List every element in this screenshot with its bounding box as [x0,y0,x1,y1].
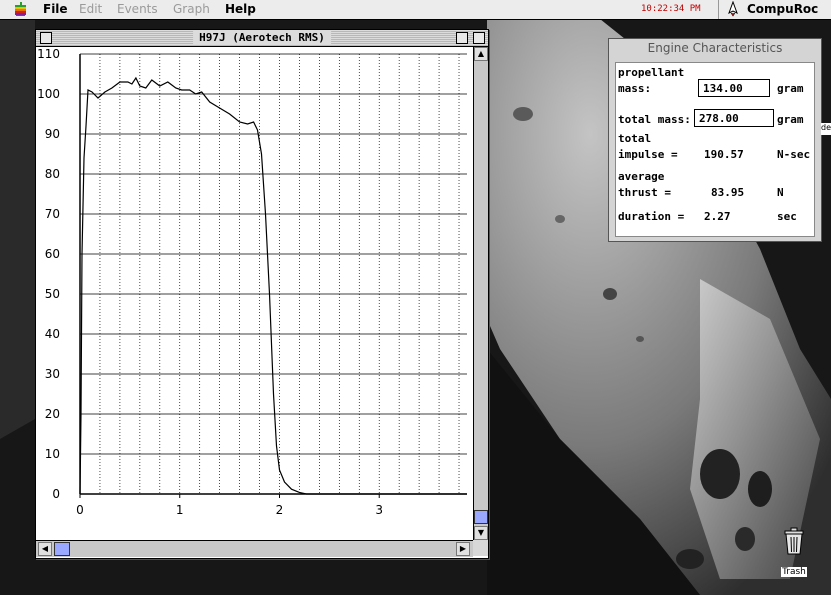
thrust-curve-chart: 0 10 20 30 40 50 60 70 80 90 100 110 0 1 2 3 [37,47,467,517]
y-tick-label: 50 [45,287,60,301]
vertical-scroll-thumb[interactable] [474,510,488,524]
menu-graph[interactable]: Graph [173,2,210,16]
scroll-up-arrow-icon[interactable]: ▲ [474,47,488,61]
application-menu-icon[interactable] [725,1,741,17]
panel-title[interactable]: Engine Characteristics [609,39,821,58]
y-tick-label: 10 [45,447,60,461]
duration-unit: sec [777,210,797,223]
propellant-mass-label-line2: mass: [618,82,652,95]
vertical-scrollbar[interactable]: ▲ ▼ [473,47,488,541]
menu-edit[interactable]: Edit [79,2,102,16]
scroll-down-arrow-icon[interactable]: ▼ [474,526,488,540]
menubar-clock[interactable]: 10:22:34 PM [641,4,701,14]
propellant-mass-unit: gram [777,82,804,95]
menubar-separator [718,0,719,19]
average-thrust-value: 83.95 [711,186,745,199]
average-thrust-label-line1: average [618,170,665,183]
thrust-curve-window: H97J (Aerotech RMS) 0 10 20 30 40 50 60 70 80 90 1… [35,29,489,559]
propellant-mass-label-line1: propellant [618,66,685,79]
scroll-right-arrow-icon[interactable]: ▶ [456,542,470,556]
menu-bar: File Edit Events Graph Help 10:22:34 PM … [0,0,831,20]
y-tick-label: 90 [45,127,60,141]
horizontal-scrollbar[interactable]: ◀ ▶ [36,540,473,557]
y-tick-label: 70 [45,207,60,221]
total-impulse-unit: N-sec [777,148,811,161]
duration-value: 2.27 [704,210,731,223]
total-mass-unit: gram [777,113,804,126]
trash-label: Trash [781,567,807,577]
collapse-box-icon[interactable] [473,32,485,44]
total-impulse-label-line2: impulse = [618,148,678,161]
y-tick-label: 20 [45,407,60,421]
engine-characteristics-panel: Engine Characteristics propellant mass: … [608,38,822,242]
window-title: H97J (Aerotech RMS) [193,31,331,45]
x-tick-label: 1 [176,503,184,517]
average-thrust-unit: N [777,186,784,199]
x-tick-label: 0 [76,503,84,517]
y-tick-label: 80 [45,167,60,181]
y-tick-label: 40 [45,327,60,341]
x-tick-label: 3 [375,503,383,517]
y-tick-label: 0 [52,487,60,501]
propellant-mass-input[interactable]: 134.00 [698,79,770,97]
panel-body: propellant mass: 134.00 gram total mass:… [615,62,815,237]
average-thrust-label-line2: thrust = [618,186,671,199]
resize-grip-icon[interactable] [473,540,488,556]
duration-label: duration = [618,210,685,223]
thrust-curve-line [79,76,467,495]
offscreen-desktop-label[interactable]: de [821,123,831,135]
window-titlebar[interactable]: H97J (Aerotech RMS) [36,30,488,47]
total-impulse-value: 190.57 [704,148,744,161]
apple-menu-icon[interactable] [13,2,28,17]
total-mass-input[interactable]: 278.00 [694,109,774,127]
scroll-left-arrow-icon[interactable]: ◀ [38,542,52,556]
total-mass-label: total mass: [618,113,691,126]
trash-icon[interactable] [782,527,806,555]
y-tick-label: 30 [45,367,60,381]
y-tick-label: 100 [37,87,60,101]
close-box-icon[interactable] [40,32,52,44]
trash[interactable]: Trash [777,527,811,577]
menu-events[interactable]: Events [117,2,158,16]
y-tick-label: 60 [45,247,60,261]
application-menu-label[interactable]: CompuRoc [747,2,818,16]
zoom-box-icon[interactable] [456,32,468,44]
y-tick-label: 110 [37,47,60,61]
x-tick-label: 2 [276,503,284,517]
menu-help[interactable]: Help [225,2,256,16]
horizontal-scroll-thumb[interactable] [54,542,70,556]
total-impulse-label-line1: total [618,132,652,145]
menu-file[interactable]: File [43,2,68,16]
